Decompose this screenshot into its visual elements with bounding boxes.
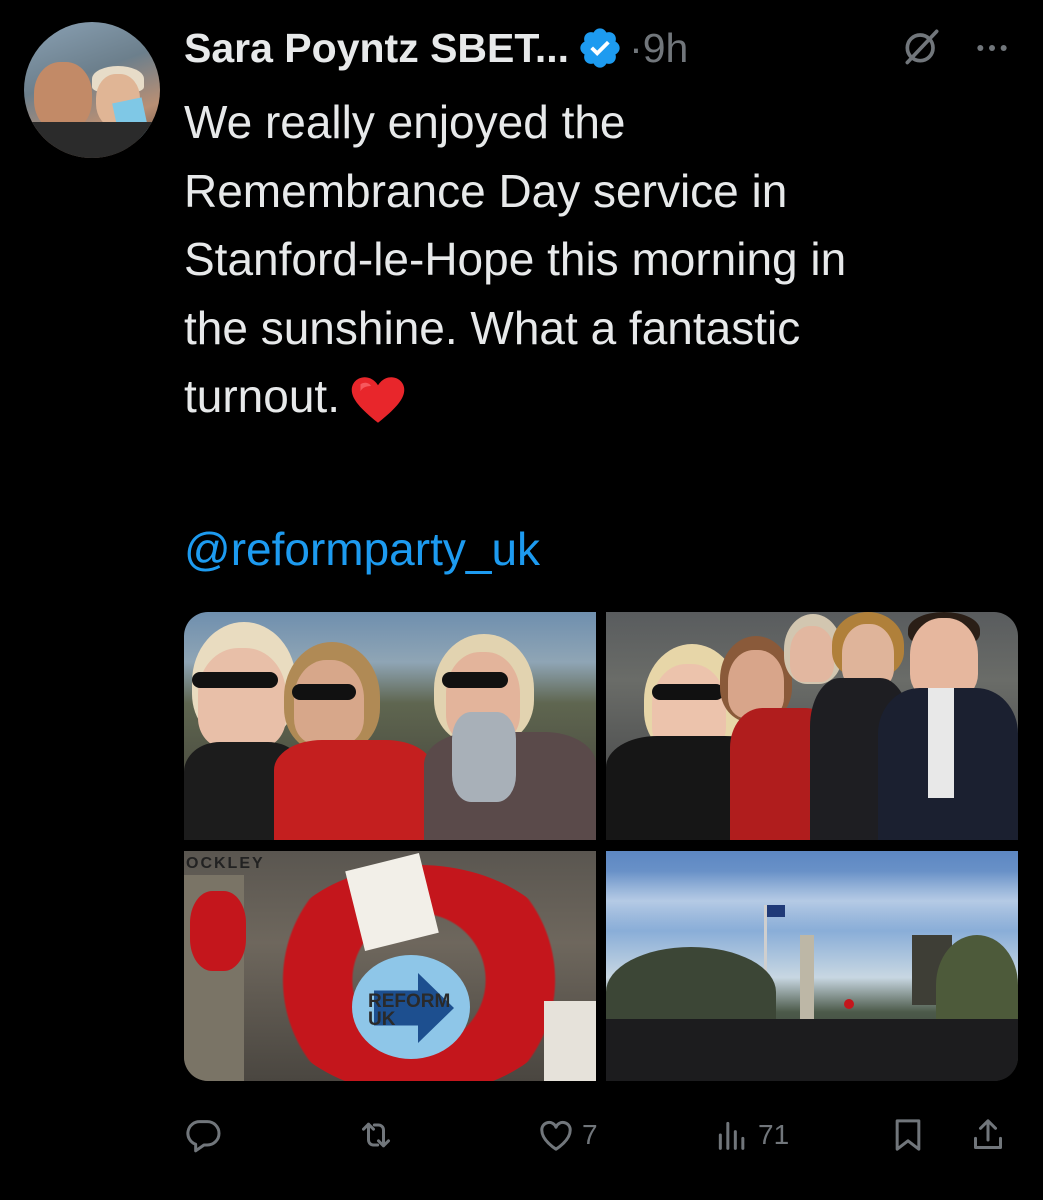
action-bar: 7 71 bbox=[184, 1110, 1018, 1160]
sunglasses bbox=[192, 672, 278, 688]
crowd bbox=[606, 1019, 1018, 1081]
like-button[interactable]: 7 bbox=[536, 1110, 598, 1160]
photo-4[interactable] bbox=[606, 851, 1018, 1081]
tweet-header: Sara Poyntz SBET... ·9h bbox=[184, 22, 688, 74]
tweet-time[interactable]: ·9h bbox=[629, 25, 688, 72]
media-grid: OCKLEY REFORM UK bbox=[184, 612, 1018, 1081]
union-flag bbox=[767, 905, 785, 917]
poppy-scarf bbox=[274, 740, 434, 840]
sunglasses bbox=[292, 684, 356, 700]
cloud bbox=[606, 871, 1018, 931]
person-face bbox=[910, 618, 978, 698]
bookmark-button[interactable] bbox=[888, 1110, 928, 1160]
grok-icon[interactable] bbox=[900, 24, 944, 68]
views-count: 71 bbox=[758, 1119, 790, 1150]
photo-1[interactable] bbox=[184, 612, 596, 840]
verified-badge-icon[interactable] bbox=[577, 25, 623, 71]
retweet-icon bbox=[362, 1122, 390, 1148]
reply-button[interactable] bbox=[184, 1110, 224, 1160]
shirt bbox=[928, 688, 954, 798]
author-name[interactable]: Sara Poyntz SBET... bbox=[184, 25, 569, 72]
more-options-icon[interactable] bbox=[972, 28, 1012, 68]
poppy-bunch bbox=[190, 891, 246, 971]
person-face bbox=[294, 660, 364, 744]
sunglasses bbox=[442, 672, 508, 688]
mention-link[interactable]: @reformparty_uk bbox=[184, 522, 540, 576]
memorial-stone-text: OCKLEY bbox=[186, 855, 265, 872]
views-button[interactable]: 71 bbox=[712, 1110, 789, 1160]
red-heart-icon bbox=[351, 377, 405, 423]
avatar-shirt bbox=[24, 122, 160, 158]
reform-text: REFORM UK bbox=[368, 991, 451, 1030]
tweet-text: We really enjoyed the Remembrance Day se… bbox=[184, 88, 1024, 431]
tweet-body: We really enjoyed the Remembrance Day se… bbox=[184, 96, 847, 422]
photo-2[interactable] bbox=[606, 612, 1018, 840]
views-icon bbox=[718, 1121, 745, 1150]
sunglasses bbox=[652, 684, 724, 700]
bookmark-icon bbox=[895, 1119, 921, 1151]
reply-icon bbox=[186, 1120, 221, 1153]
photo-3[interactable]: OCKLEY REFORM UK bbox=[184, 851, 596, 1081]
heart-icon bbox=[540, 1120, 572, 1151]
avatar[interactable] bbox=[24, 22, 160, 158]
sign-board bbox=[544, 1001, 596, 1081]
road-sign bbox=[844, 999, 854, 1009]
like-count: 7 bbox=[582, 1119, 598, 1150]
person-face bbox=[790, 626, 834, 682]
scarf bbox=[452, 712, 516, 802]
retweet-button[interactable] bbox=[356, 1110, 396, 1160]
person-face bbox=[198, 648, 286, 748]
share-icon bbox=[974, 1119, 1002, 1149]
share-button[interactable] bbox=[968, 1110, 1008, 1160]
